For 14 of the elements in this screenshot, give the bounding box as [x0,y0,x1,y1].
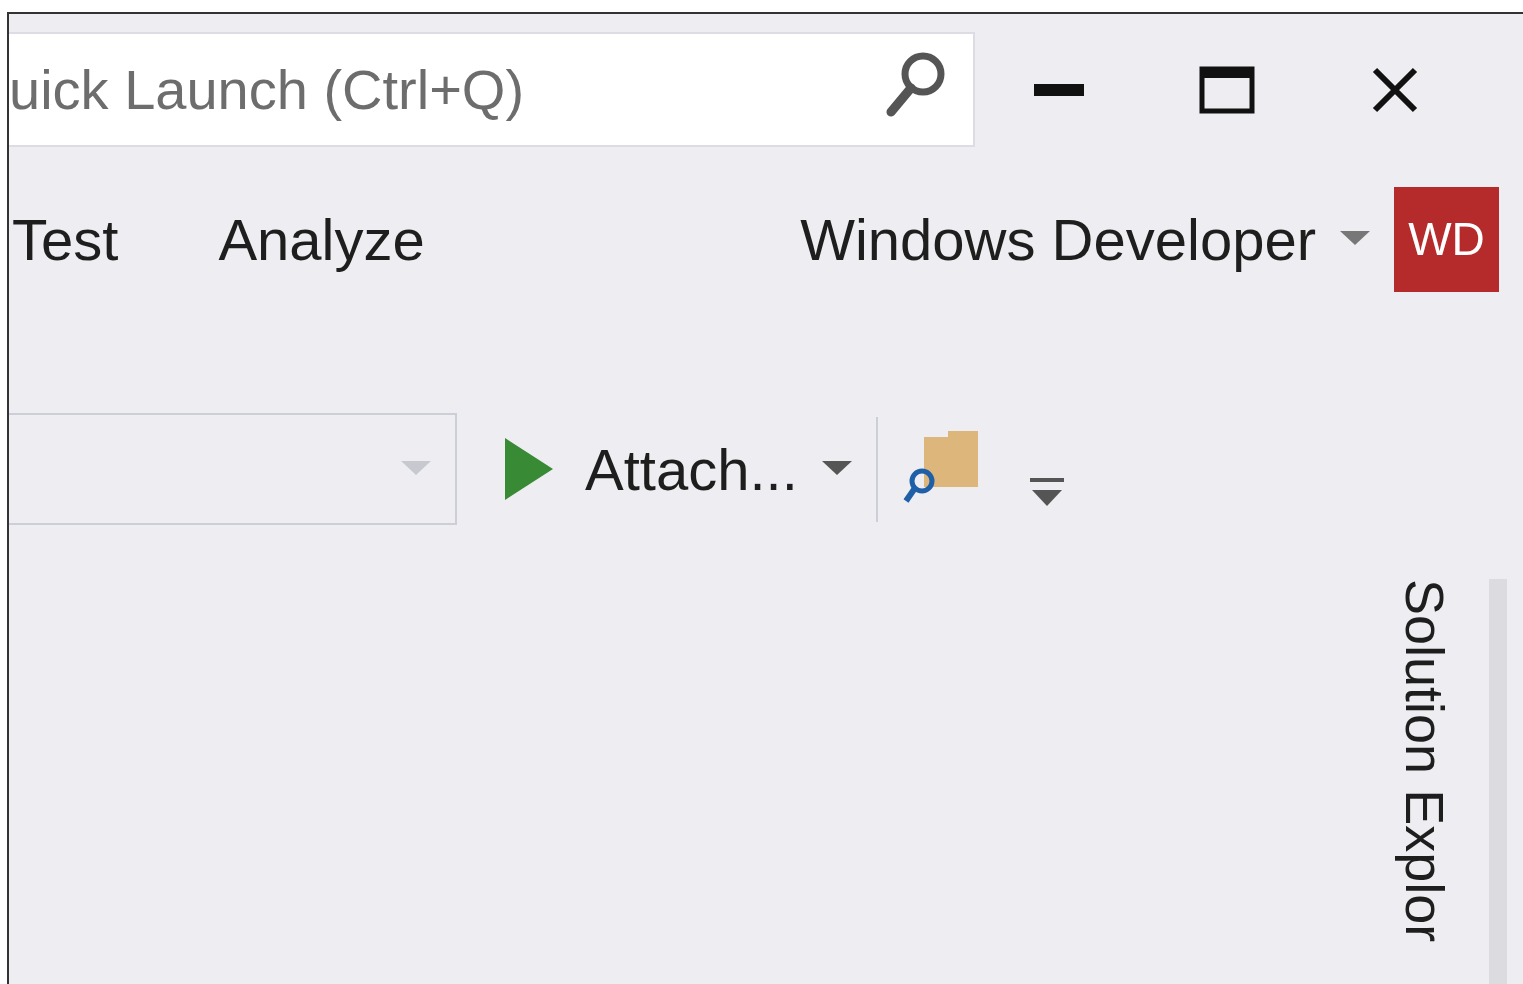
caret-icon [821,461,852,477]
maximize-icon[interactable] [1199,65,1255,114]
caret-icon [1340,231,1370,247]
attach-button[interactable]: Attach... [577,425,806,513]
quick-launch-input[interactable]: uick Launch (Ctrl+Q) [9,47,885,132]
quick-launch-field[interactable]: uick Launch (Ctrl+Q) [9,32,975,147]
menu-item[interactable]: Analyze [218,195,425,283]
account-avatar[interactable]: WD [1394,186,1499,292]
play-icon[interactable] [505,438,553,500]
caret-icon [401,461,431,477]
account-name[interactable]: Windows Developer [800,195,1316,283]
side-tab[interactable]: Solution Explor [1384,579,1465,943]
menu-item[interactable]: Test [12,195,119,283]
close-icon[interactable] [1371,65,1419,114]
